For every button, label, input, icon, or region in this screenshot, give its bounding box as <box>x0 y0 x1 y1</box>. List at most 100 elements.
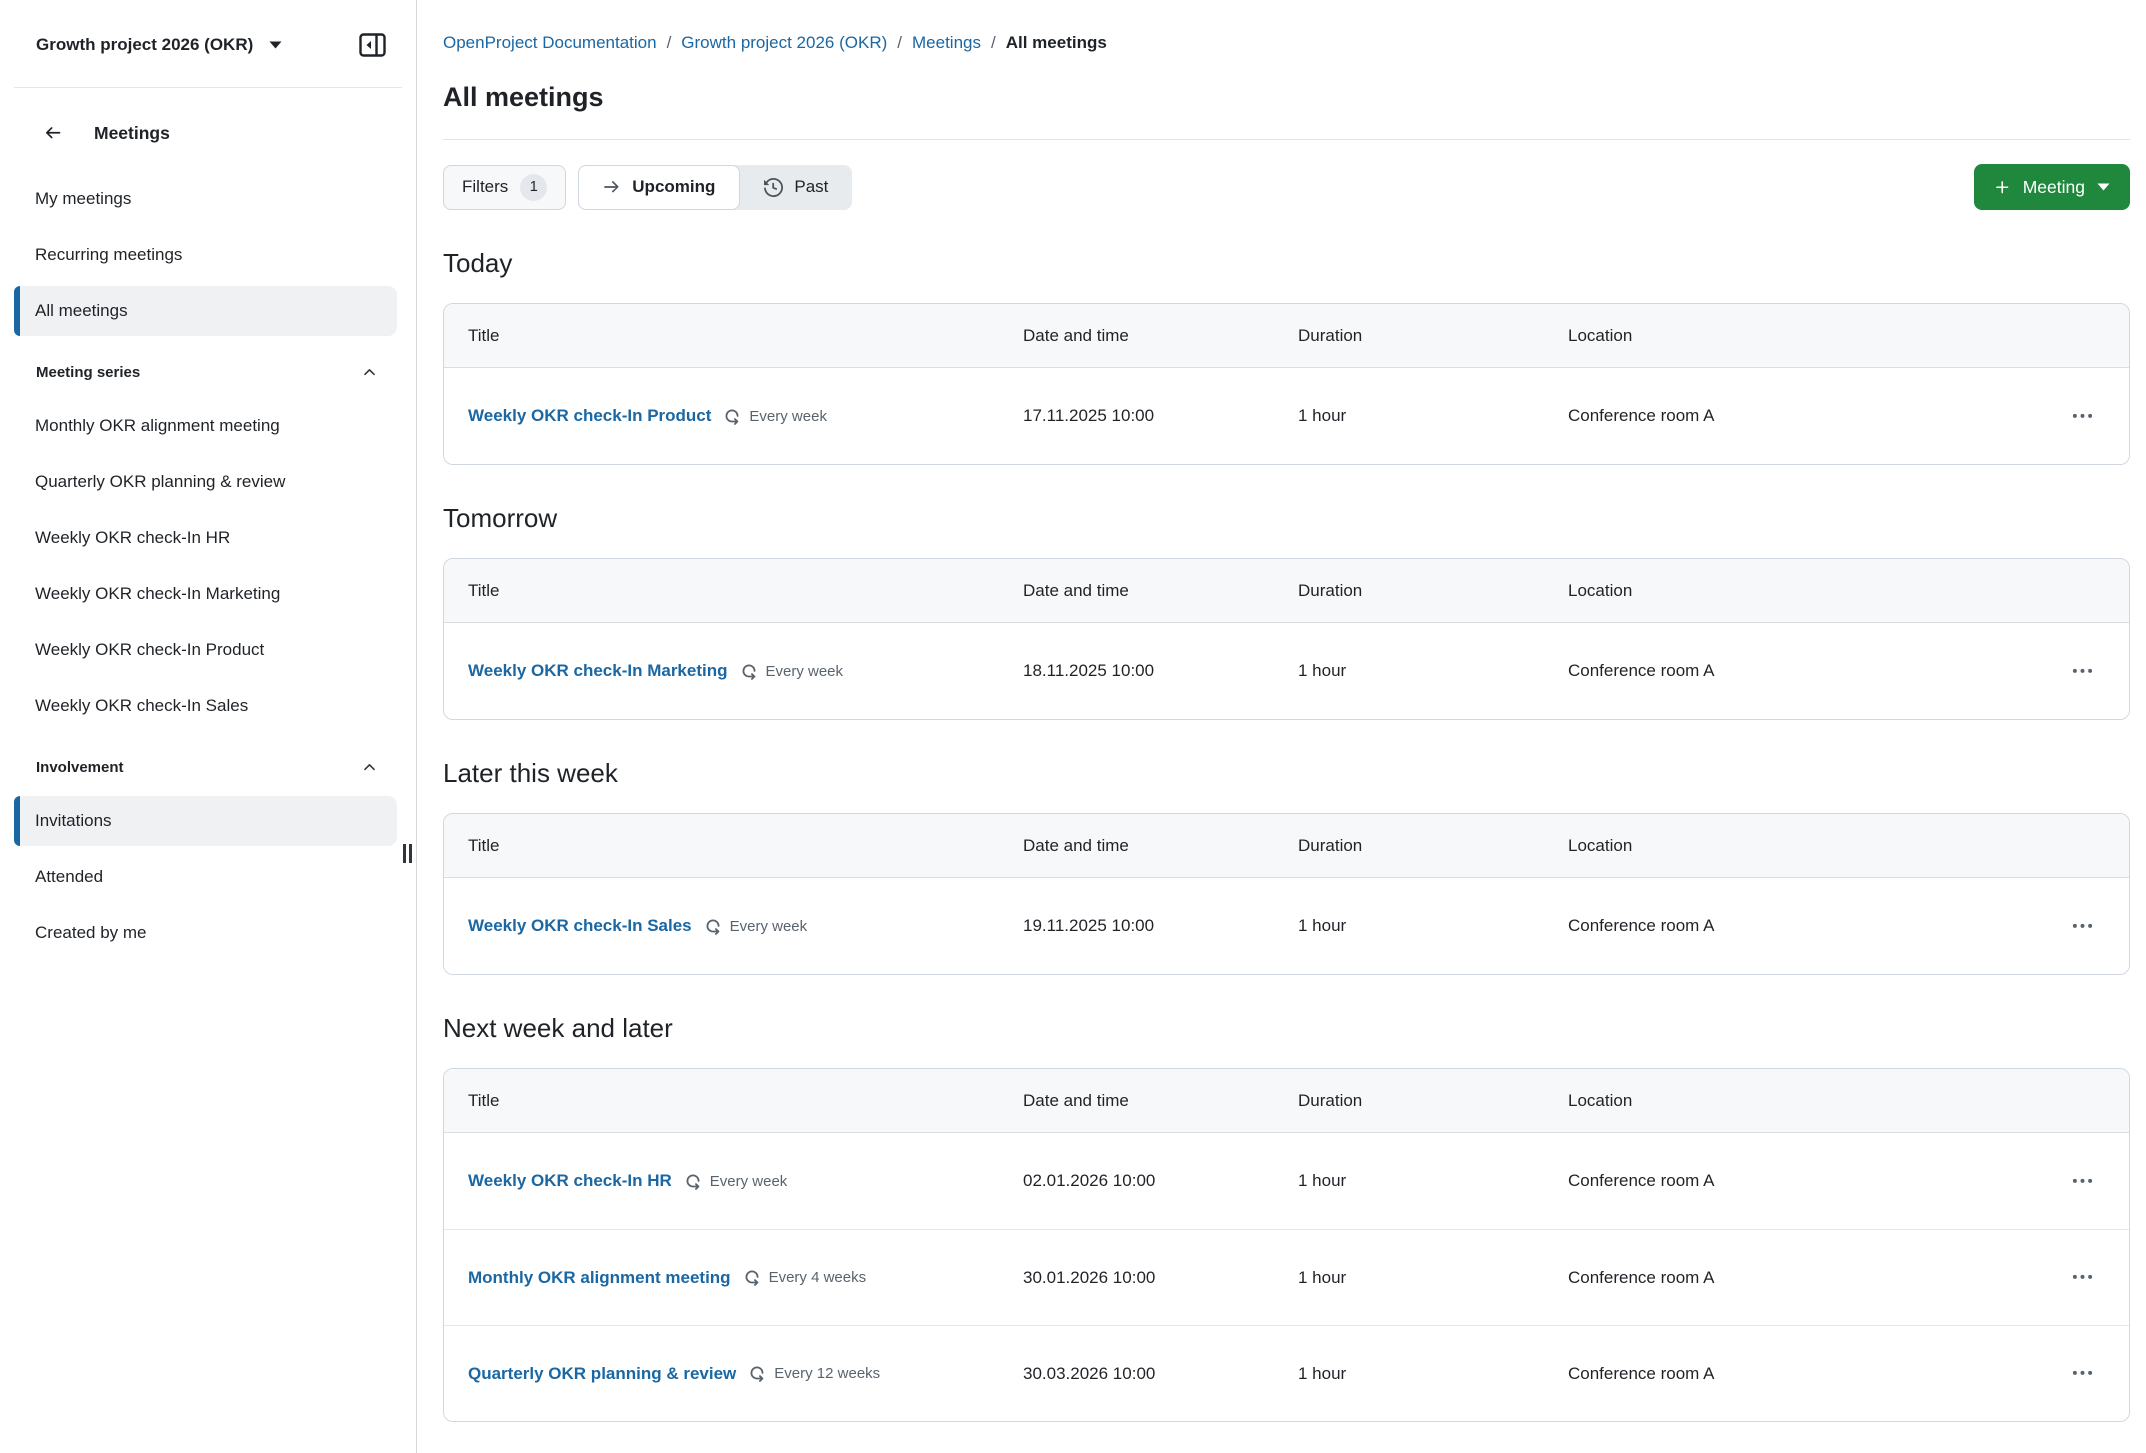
meeting-date: 02.01.2026 10:00 <box>1023 1171 1298 1191</box>
row-menu-button[interactable] <box>2063 399 2101 433</box>
meeting-date: 18.11.2025 10:00 <box>1023 661 1298 681</box>
sidebar-section-header[interactable]: Meeting series <box>36 364 378 381</box>
row-menu-button[interactable] <box>2063 1164 2101 1198</box>
sidebar-section-label: Meeting series <box>36 364 140 381</box>
sidebar-item-weekly-okr-check-in-marketing[interactable]: Weekly OKR check-In Marketing <box>14 569 397 619</box>
column-header-title: Title <box>444 1091 1023 1111</box>
sidebar-section-items: Invitations Attended Created by me <box>0 796 416 958</box>
sidebar-section-meeting-series: Meeting series Monthly OKR alignment mee… <box>0 364 416 731</box>
history-icon <box>764 178 783 197</box>
meeting-title-link[interactable]: Monthly OKR alignment meeting <box>468 1268 731 1288</box>
sidebar-item-my-meetings[interactable]: My meetings <box>14 174 397 224</box>
project-selector[interactable]: Growth project 2026 (OKR) <box>36 35 282 55</box>
column-header-title: Title <box>444 836 1023 856</box>
kebab-horizontal-icon <box>2072 916 2093 937</box>
meeting-group: Tomorrow Title Date and time Duration Lo… <box>443 503 2130 720</box>
sidebar-item-label: Weekly OKR check-In Sales <box>35 696 248 716</box>
back-button[interactable] <box>36 117 68 149</box>
row-menu-button[interactable] <box>2063 909 2101 943</box>
sidebar-collapse-icon <box>359 33 386 57</box>
meeting-row: Weekly OKR check-In Sales Every week 19.… <box>444 878 2129 974</box>
meeting-title-link[interactable]: Weekly OKR check-In Sales <box>468 916 692 936</box>
table-body: Weekly OKR check-In Marketing Every week… <box>444 623 2129 719</box>
kebab-horizontal-icon <box>2072 406 2093 427</box>
sidebar-item-label: All meetings <box>35 301 128 321</box>
table-body: Weekly OKR check-In HR Every week 02.01.… <box>444 1133 2129 1421</box>
recurring-icon <box>748 1364 766 1383</box>
row-menu-button[interactable] <box>2063 1357 2101 1391</box>
sidebar-item-label: Attended <box>35 867 103 887</box>
sidebar-section-header[interactable]: Involvement <box>36 759 378 776</box>
sidebar-item-label: Weekly OKR check-In HR <box>35 528 230 548</box>
project-name: Growth project 2026 (OKR) <box>36 35 253 55</box>
sidebar-item-quarterly-okr-planning-review[interactable]: Quarterly OKR planning & review <box>14 457 397 507</box>
breadcrumb-link-openproject-documentation[interactable]: OpenProject Documentation <box>443 33 657 53</box>
meeting-group-heading: Today <box>443 248 2130 279</box>
meeting-title-link[interactable]: Weekly OKR check-In Marketing <box>468 661 728 681</box>
add-meeting-button[interactable]: Meeting <box>1974 164 2130 210</box>
sidebar-item-label: Recurring meetings <box>35 245 182 265</box>
sidebar-item-recurring-meetings[interactable]: Recurring meetings <box>14 230 397 280</box>
filters-button[interactable]: Filters 1 <box>443 165 566 210</box>
tab-upcoming[interactable]: Upcoming <box>578 165 740 210</box>
plus-icon <box>1994 179 2011 196</box>
meeting-duration: 1 hour <box>1298 1171 1568 1191</box>
sidebar-item-label: Weekly OKR check-In Product <box>35 640 264 660</box>
meeting-title-link[interactable]: Quarterly OKR planning & review <box>468 1364 736 1384</box>
header-divider <box>443 139 2130 140</box>
sidebar-item-weekly-okr-check-in-product[interactable]: Weekly OKR check-In Product <box>14 625 397 675</box>
column-header-location: Location <box>1568 581 2039 601</box>
meeting-group: Next week and later Title Date and time … <box>443 1013 2130 1422</box>
column-header-location: Location <box>1568 1091 2039 1111</box>
tab-past-label: Past <box>794 177 828 197</box>
sidebar-resize-handle[interactable] <box>403 844 412 863</box>
recurring-icon <box>684 1172 702 1191</box>
recurrence-label: Every week <box>710 1173 788 1190</box>
meeting-duration: 1 hour <box>1298 1268 1568 1288</box>
meeting-location: Conference room A <box>1568 406 2039 426</box>
meeting-row: Monthly OKR alignment meeting Every 4 we… <box>444 1229 2129 1325</box>
sidebar-item-invitations[interactable]: Invitations <box>14 796 397 846</box>
breadcrumb-current: All meetings <box>1006 33 1107 53</box>
recurrence-label: Every week <box>766 663 844 680</box>
sidebar-section-label: Involvement <box>36 759 124 776</box>
breadcrumb-link-project[interactable]: Growth project 2026 (OKR) <box>681 33 887 53</box>
meeting-location: Conference room A <box>1568 1364 2039 1384</box>
meeting-title-link[interactable]: Weekly OKR check-In HR <box>468 1171 672 1191</box>
meeting-date: 30.01.2026 10:00 <box>1023 1268 1298 1288</box>
table-body: Weekly OKR check-In Product Every week 1… <box>444 368 2129 464</box>
recurrence-label: Every week <box>730 918 808 935</box>
sidebar-title: Meetings <box>94 123 170 144</box>
recurrence-label: Every 12 weeks <box>774 1365 880 1382</box>
sidebar-item-weekly-okr-check-in-hr[interactable]: Weekly OKR check-In HR <box>14 513 397 563</box>
tab-past[interactable]: Past <box>740 165 852 210</box>
toolbar: Filters 1 Upcoming Past Meeting <box>443 164 2130 210</box>
tab-upcoming-label: Upcoming <box>632 177 715 197</box>
kebab-horizontal-icon <box>2072 661 2093 682</box>
sidebar-item-attended[interactable]: Attended <box>14 852 397 902</box>
sidebar-back-row: Meetings <box>36 112 416 154</box>
meeting-row: Weekly OKR check-In HR Every week 02.01.… <box>444 1133 2129 1229</box>
recurrence: Every week <box>704 917 808 936</box>
sidebar-item-created-by-me[interactable]: Created by me <box>14 908 397 958</box>
meeting-group-heading: Next week and later <box>443 1013 2130 1044</box>
sidebar-item-label: Quarterly OKR planning & review <box>35 472 285 492</box>
meeting-duration: 1 hour <box>1298 916 1568 936</box>
chevron-down-icon <box>269 41 282 49</box>
meetings-table: Title Date and time Duration Location We… <box>443 1068 2130 1422</box>
meeting-title-link[interactable]: Weekly OKR check-In Product <box>468 406 711 426</box>
sidebar-item-weekly-okr-check-in-sales[interactable]: Weekly OKR check-In Sales <box>14 681 397 731</box>
meeting-date: 19.11.2025 10:00 <box>1023 916 1298 936</box>
row-menu-button[interactable] <box>2063 654 2101 688</box>
breadcrumb-link-meetings[interactable]: Meetings <box>912 33 981 53</box>
row-menu-button[interactable] <box>2063 1261 2101 1295</box>
sidebar-item-monthly-okr-alignment-meeting[interactable]: Monthly OKR alignment meeting <box>14 401 397 451</box>
table-header-row: Title Date and time Duration Location <box>444 1069 2129 1133</box>
sidebar-item-all-meetings[interactable]: All meetings <box>14 286 397 336</box>
breadcrumb-separator: / <box>667 33 672 53</box>
recurrence: Every week <box>684 1172 788 1191</box>
sidebar-item-label: Monthly OKR alignment meeting <box>35 416 280 436</box>
collapse-sidebar-button[interactable] <box>356 29 388 61</box>
view-toggle: Upcoming Past <box>578 165 852 210</box>
column-header-date: Date and time <box>1023 1091 1298 1111</box>
